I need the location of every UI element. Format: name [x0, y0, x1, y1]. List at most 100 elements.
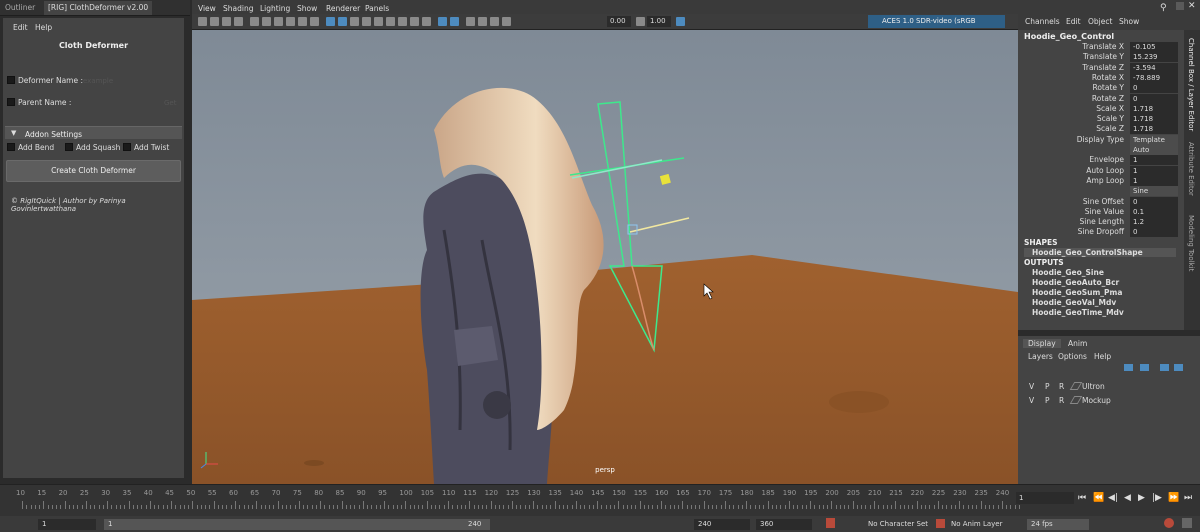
ambient-occlusion-icon[interactable] — [398, 17, 407, 26]
attr-value[interactable]: Template — [1130, 134, 1178, 145]
visibility-toggle[interactable]: V — [1029, 382, 1034, 391]
tab-attribute-editor[interactable]: Attribute Editor — [1187, 142, 1195, 196]
tab-channel-box[interactable]: Channel Box / Layer Editor — [1187, 38, 1195, 131]
layer-name[interactable]: Ultron — [1082, 382, 1105, 391]
anim-layer-icon[interactable] — [936, 519, 945, 528]
tab-outliner[interactable]: Outliner — [5, 3, 35, 12]
select-camera-icon[interactable] — [198, 17, 207, 26]
output-node[interactable]: Hoodie_Geo_Sine — [1032, 268, 1104, 277]
xray-components-icon[interactable] — [478, 17, 487, 26]
resolution-gate-icon[interactable] — [274, 17, 283, 26]
output-node[interactable]: Hoodie_GeoSum_Pma — [1032, 288, 1122, 297]
layer-row[interactable]: V P R Mockup — [1024, 394, 1194, 407]
character-set-dropdown[interactable]: No Character Set — [868, 520, 928, 528]
attr-value[interactable]: 1 — [1130, 175, 1178, 186]
attr-name[interactable]: Amp Loop — [1086, 176, 1124, 185]
output-node[interactable]: Hoodie_GeoTime_Mdv — [1032, 308, 1124, 317]
go-to-start-icon[interactable]: ⏮ — [1078, 493, 1086, 503]
new-layer-selected-icon[interactable] — [1174, 364, 1183, 371]
attr-name[interactable]: Translate Z — [1082, 63, 1124, 72]
attr-value[interactable]: -3.594 — [1130, 62, 1178, 73]
colorspace-dropdown[interactable]: ACES 1.0 SDR-video (sRGB — [868, 15, 1005, 28]
tab-modeling-toolkit[interactable]: Modeling Toolkit — [1187, 215, 1195, 271]
gamma-field[interactable]: 1.00 — [647, 16, 671, 27]
xray-icon[interactable] — [450, 17, 459, 26]
gamma-icon[interactable] — [636, 17, 645, 26]
shape-node[interactable]: Hoodie_Geo_ControlShape — [1024, 248, 1176, 257]
go-to-end-icon[interactable]: ⏭ — [1184, 493, 1192, 503]
menu-edit[interactable]: Edit — [13, 23, 28, 32]
exposure-icon[interactable] — [502, 17, 511, 26]
xray-joints-icon[interactable] — [466, 17, 475, 26]
attr-value[interactable]: 1.718 — [1130, 124, 1178, 135]
tab-anim[interactable]: Anim — [1068, 339, 1087, 348]
reference-toggle[interactable]: R — [1059, 396, 1064, 405]
menu-panels[interactable]: Panels — [365, 4, 389, 13]
attr-name[interactable]: Rotate X — [1092, 73, 1124, 82]
step-back-frame-icon[interactable]: ◀| — [1108, 493, 1118, 503]
film-gate-icon[interactable] — [262, 17, 271, 26]
safe-action-icon[interactable] — [310, 17, 319, 26]
attr-value[interactable]: 0 — [1130, 196, 1178, 207]
playback-toggle[interactable]: P — [1045, 396, 1050, 405]
create-cloth-deformer-button[interactable]: Create Cloth Deformer — [6, 160, 181, 182]
visibility-toggle[interactable]: V — [1029, 396, 1034, 405]
shadows-icon[interactable] — [386, 17, 395, 26]
menu-show[interactable]: Show — [1119, 17, 1139, 26]
gate-mask-icon[interactable] — [286, 17, 295, 26]
attr-value[interactable]: 0 — [1130, 83, 1178, 94]
menu-help[interactable]: Help — [1094, 352, 1111, 361]
reference-toggle[interactable]: R — [1059, 382, 1064, 391]
attr-name[interactable]: Envelope — [1089, 155, 1124, 164]
anim-layer-dropdown[interactable]: No Anim Layer — [951, 520, 1002, 528]
step-back-key-icon[interactable]: ⏪ — [1093, 493, 1104, 503]
menu-layers[interactable]: Layers — [1028, 352, 1053, 361]
new-layer-icon[interactable] — [1160, 364, 1169, 371]
anti-aliasing-icon[interactable] — [422, 17, 431, 26]
menu-lighting[interactable]: Lighting — [260, 4, 290, 13]
3d-viewport[interactable]: persp — [192, 30, 1018, 484]
attr-value[interactable]: 1.2 — [1130, 217, 1178, 228]
wireframe-icon[interactable] — [326, 17, 335, 26]
attr-value[interactable]: 0 — [1130, 227, 1178, 238]
attr-name[interactable]: Scale Z — [1096, 124, 1124, 133]
image-plane-icon[interactable] — [234, 17, 243, 26]
attr-value[interactable]: 15.239 — [1130, 52, 1178, 63]
fps-dropdown[interactable]: 24 fps — [1027, 519, 1089, 530]
move-up-icon[interactable] — [1124, 364, 1133, 371]
grid-icon[interactable] — [250, 17, 259, 26]
attr-value[interactable]: 1 — [1130, 155, 1178, 166]
pin-icon[interactable]: ⚲ — [1160, 3, 1167, 13]
attr-name[interactable]: Sine Offset — [1083, 197, 1124, 206]
attr-name[interactable]: Sine Dropoff — [1078, 227, 1124, 236]
start-time-field[interactable]: 1 — [38, 519, 96, 530]
deformer-name-input[interactable]: example — [83, 77, 113, 85]
max-time-field[interactable]: 360 — [756, 519, 812, 530]
isolate-select-icon[interactable] — [438, 17, 447, 26]
menu-edit[interactable]: Edit — [1066, 17, 1081, 26]
attr-value[interactable]: 0.1 — [1130, 206, 1178, 217]
playback-toggle[interactable]: P — [1045, 382, 1050, 391]
play-forward-icon[interactable]: ▶ — [1138, 493, 1145, 503]
attr-name[interactable]: Translate Y — [1083, 52, 1124, 61]
deformer-name-checkbox[interactable] — [7, 76, 15, 84]
smooth-shade-icon[interactable] — [338, 17, 347, 26]
menu-channels[interactable]: Channels — [1025, 17, 1060, 26]
add-twist-checkbox[interactable] — [123, 143, 131, 151]
color-swatch[interactable] — [1069, 382, 1083, 390]
bookmark-icon[interactable] — [222, 17, 231, 26]
attr-name[interactable]: Translate X — [1082, 42, 1124, 51]
addon-settings-header[interactable]: ▼ Addon Settings — [5, 126, 182, 139]
attr-value[interactable]: -0.105 — [1130, 42, 1178, 52]
get-button[interactable]: Get — [164, 99, 176, 107]
backface-icon[interactable] — [490, 17, 499, 26]
close-icon[interactable]: ✕ — [1188, 1, 1196, 11]
menu-show[interactable]: Show — [297, 4, 317, 13]
step-forward-frame-icon[interactable]: |▶ — [1152, 493, 1162, 503]
layer-row[interactable]: V P R Ultron — [1024, 380, 1194, 393]
attr-value[interactable]: -78.889 — [1130, 72, 1178, 83]
time-ruler[interactable]: 10 15 20 25 30 35 40 45 50 55 60 65 70 75 80 85 90 95 100 1… — [0, 485, 1020, 511]
layer-name[interactable]: Mockup — [1082, 396, 1111, 405]
move-down-icon[interactable] — [1140, 364, 1149, 371]
field-chart-icon[interactable] — [298, 17, 307, 26]
